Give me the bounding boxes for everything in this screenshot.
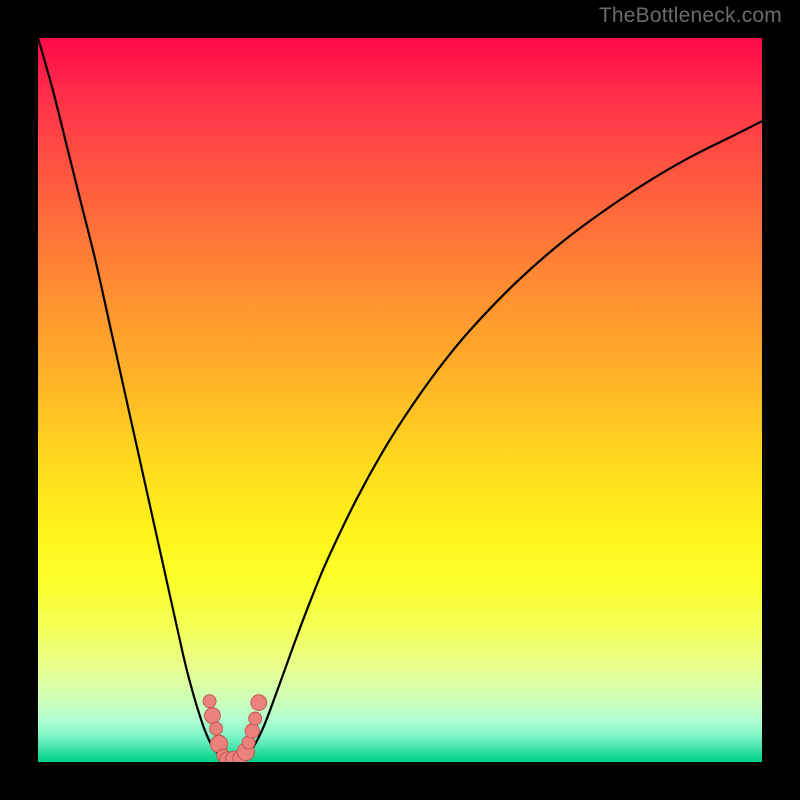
plot-area [38,38,762,762]
data-marker [251,695,267,711]
data-marker [249,712,262,725]
data-marker [203,695,216,708]
chart-svg [38,38,762,762]
curve-right [241,121,762,760]
data-marker [245,724,259,738]
watermark-text: TheBottleneck.com [599,4,782,28]
curve-left [38,38,226,760]
curve-markers [203,695,267,762]
data-marker [205,708,221,724]
data-marker [210,722,223,735]
chart-frame: TheBottleneck.com [0,0,800,800]
